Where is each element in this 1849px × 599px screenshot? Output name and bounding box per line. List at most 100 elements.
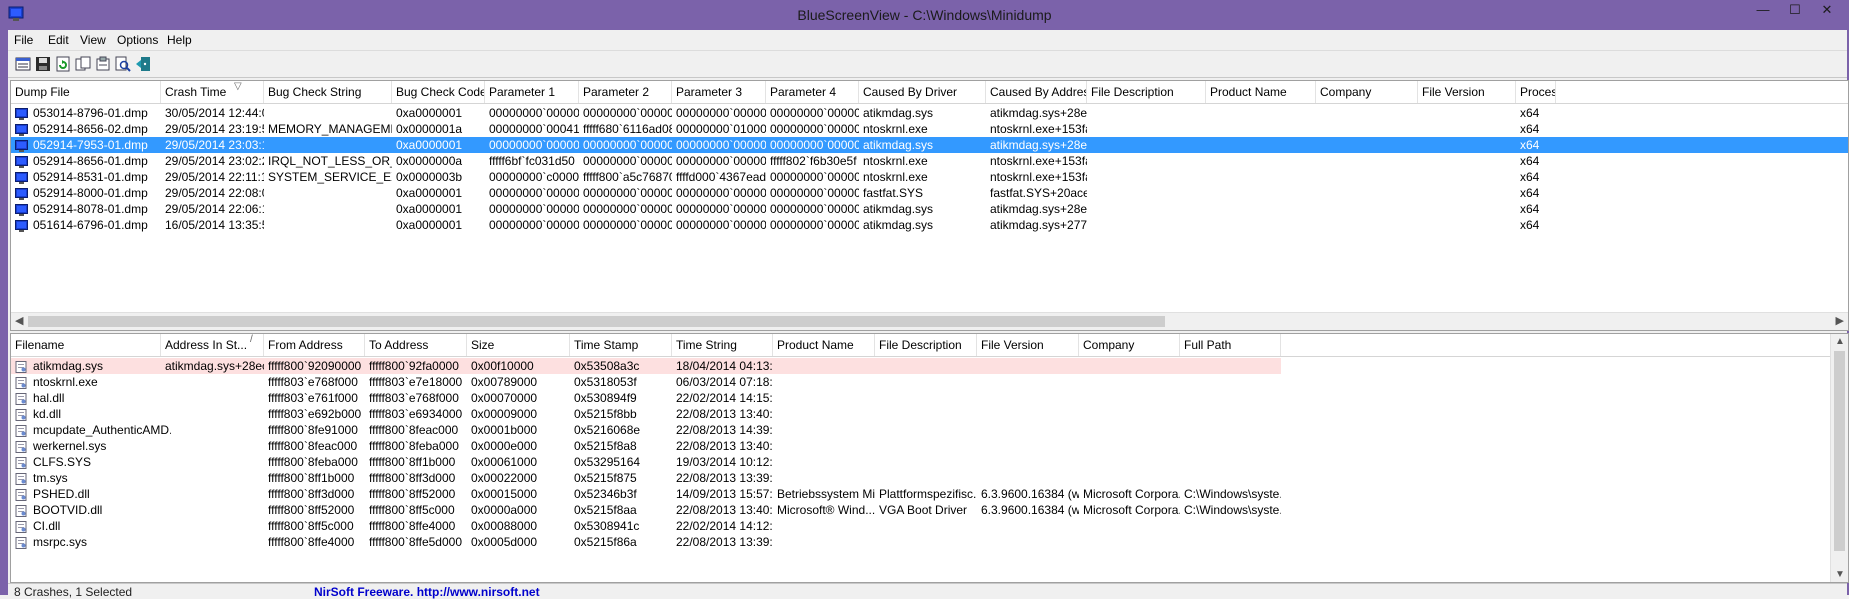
dump-column-3[interactable]: Bug Check Code: [392, 81, 485, 103]
dump-row[interactable]: 052914-7953-01.dmp 29/05/2014 23:03:19 0xa…: [11, 137, 1848, 153]
dump-column-6[interactable]: Parameter 3: [672, 81, 766, 103]
dump-cell-bug-check-string: [264, 201, 392, 217]
dump-column-13[interactable]: File Version: [1418, 81, 1516, 103]
dump-column-2[interactable]: Bug Check String: [264, 81, 392, 103]
driver-column-10[interactable]: Company: [1079, 334, 1180, 356]
driver-column-2[interactable]: From Address: [264, 334, 365, 356]
driver-cell-time-string: 22/08/2013 13:40:26: [676, 503, 773, 517]
dump-cell-bug-check-string: IRQL_NOT_LESS_OR_EQ...: [268, 154, 392, 168]
driver-column-0[interactable]: Filename: [11, 334, 161, 356]
maximize-button[interactable]: ☐: [1781, 2, 1809, 22]
driver-cell-company: [1079, 374, 1180, 390]
scroll-left-icon[interactable]: ◀: [15, 314, 23, 327]
driver-column-7[interactable]: Product Name: [773, 334, 875, 356]
dump-column-11[interactable]: Product Name: [1206, 81, 1316, 103]
driver-cell-product-name: [773, 518, 875, 534]
driver-cell-company: [1079, 422, 1180, 438]
driver-column-4[interactable]: Size: [467, 334, 570, 356]
dump-cell-crash-time: 29/05/2014 22:08:04: [165, 186, 264, 200]
driver-row[interactable]: hal.dll fffff803`e761f000 fffff803`e768f00…: [11, 390, 1848, 406]
driver-row[interactable]: mcupdate_AuthenticAMD.dll fffff800`8fe910…: [11, 422, 1848, 438]
dump-column-12[interactable]: Company: [1316, 81, 1418, 103]
menu-options[interactable]: Options: [114, 33, 161, 47]
driver-cell-size: 0x0001b000: [471, 423, 538, 437]
driver-column-9[interactable]: File Version: [977, 334, 1079, 356]
dump-row[interactable]: 052914-8531-01.dmp 29/05/2014 22:11:13 SYS…: [11, 169, 1848, 185]
dump-cell-parameter-1: 00000000`000000...: [489, 186, 579, 200]
driver-column-11[interactable]: Full Path: [1180, 334, 1281, 356]
driver-cell-filename: BOOTVID.dll: [33, 503, 103, 517]
scroll-down-icon[interactable]: ▼: [1835, 569, 1845, 580]
dump-row[interactable]: 052914-8656-02.dmp 29/05/2014 23:19:56 MEM…: [11, 121, 1848, 137]
dump-column-4[interactable]: Parameter 1: [485, 81, 579, 103]
driver-column-8[interactable]: File Description: [875, 334, 977, 356]
driver-row[interactable]: tm.sys fffff800`8ff1b000 fffff800`8ff3d000…: [11, 470, 1848, 486]
driver-cell-address-in-st-: atikmdag.sys+28ece: [165, 359, 264, 373]
dump-column-8[interactable]: Caused By Driver: [859, 81, 986, 103]
driver-row[interactable]: msrpc.sys fffff800`8ffe4000 fffff800`8ffe5…: [11, 534, 1848, 550]
driver-row[interactable]: PSHED.dll fffff800`8ff3d000 fffff800`8ff52…: [11, 486, 1848, 502]
dump-row[interactable]: 053014-8796-01.dmp 30/05/2014 12:44:00 0xa…: [11, 105, 1848, 121]
dump-horizontal-scrollbar[interactable]: ◀ ▶: [11, 312, 1848, 330]
dump-row[interactable]: 052914-8000-01.dmp 29/05/2014 22:08:04 0xa…: [11, 185, 1848, 201]
driver-row[interactable]: ntoskrnl.exe fffff803`e768f000 fffff803`e7…: [11, 374, 1848, 390]
driver-row[interactable]: atikmdag.sys atikmdag.sys+28ece fffff800`9…: [11, 358, 1281, 374]
dump-cell-caused-by-address: atikmdag.sys+28ece: [990, 202, 1087, 216]
toolbar: [8, 51, 1847, 78]
driver-row[interactable]: kd.dll fffff803`e692b000 fffff803`e6934000…: [11, 406, 1848, 422]
menu-view[interactable]: View: [77, 33, 109, 47]
dump-column-1[interactable]: Crash Time: [161, 81, 264, 103]
driver-row[interactable]: CI.dll fffff800`8ff5c000 fffff800`8ffe4000…: [11, 518, 1848, 534]
driver-column-1[interactable]: Address In St...: [161, 334, 264, 356]
driver-cell-address-in-st-: [161, 406, 264, 422]
driver-column-6[interactable]: Time String: [672, 334, 773, 356]
menu-file[interactable]: File: [11, 33, 36, 47]
driver-cell-file-description: VGA Boot Driver: [879, 503, 968, 517]
dump-cell-parameter-3: 00000000`000000...: [676, 218, 766, 232]
dump-column-7[interactable]: Parameter 4: [766, 81, 859, 103]
dump-row[interactable]: 052914-8656-01.dmp 29/05/2014 23:02:26 IRQ…: [11, 153, 1848, 169]
driver-cell-filename: CI.dll: [33, 519, 61, 533]
minimize-button[interactable]: —: [1749, 2, 1777, 22]
driver-cell-time-stamp: 0x5215f86a: [574, 535, 637, 549]
dump-column-9[interactable]: Caused By Address: [986, 81, 1087, 103]
driver-cell-full-path: [1180, 374, 1281, 390]
driver-row[interactable]: BOOTVID.dll fffff800`8ff52000 fffff800`8ff…: [11, 502, 1848, 518]
menu-help[interactable]: Help: [164, 33, 195, 47]
dump-cell-parameter-4: 00000000`000000...: [770, 218, 859, 232]
driver-column-5[interactable]: Time Stamp: [570, 334, 672, 356]
dump-column-0[interactable]: Dump File: [11, 81, 161, 103]
properties-sheet-icon[interactable]: [93, 54, 113, 74]
dump-column-5[interactable]: Parameter 2: [579, 81, 672, 103]
driver-cell-file-version: 6.3.9600.16384 (wi...: [981, 503, 1079, 517]
save-icon[interactable]: [33, 54, 53, 74]
dump-row[interactable]: 051614-6796-01.dmp 16/05/2014 13:35:53 0xa…: [11, 217, 1848, 233]
dump-cell-caused-by-driver: fastfat.SYS: [863, 186, 924, 200]
find-icon[interactable]: [113, 54, 133, 74]
driver-vertical-scrollbar[interactable]: ▲ ▼: [1830, 334, 1848, 582]
menu-edit[interactable]: Edit: [45, 33, 72, 47]
driver-row[interactable]: werkernel.sys fffff800`8feac000 fffff800`8…: [11, 438, 1848, 454]
driver-scroll-thumb[interactable]: [1834, 351, 1845, 551]
exit-icon[interactable]: [133, 54, 153, 74]
scroll-right-icon[interactable]: ▶: [1836, 314, 1844, 327]
nirsoft-link[interactable]: NirSoft Freeware. http://www.nirsoft.net: [314, 585, 540, 599]
driver-cell-from-address: fffff800`8ffe4000: [268, 535, 355, 549]
driver-row[interactable]: CLFS.SYS fffff800`8feba000 fffff800`8ff1b0…: [11, 454, 1848, 470]
driver-cell-address-in-st-: [161, 454, 264, 470]
scroll-up-icon[interactable]: ▲: [1835, 336, 1845, 347]
dump-row[interactable]: 052914-8078-01.dmp 29/05/2014 22:06:14 0xa…: [11, 201, 1848, 217]
dump-cell-bug-check-string: MEMORY_MANAGEME...: [268, 122, 392, 136]
dump-list[interactable]: Dump File Crash Time ▽ Bug Check String Bug …: [10, 80, 1849, 331]
dump-cell-caused-by-address: atikmdag.sys+28ece: [990, 106, 1087, 120]
properties-icon[interactable]: [13, 54, 33, 74]
close-button[interactable]: ✕: [1813, 2, 1841, 22]
driver-list[interactable]: Filename Address In St... / From Address To …: [10, 333, 1849, 583]
dump-column-10[interactable]: File Description: [1087, 81, 1206, 103]
refresh-icon[interactable]: [53, 54, 73, 74]
driver-column-3[interactable]: To Address: [365, 334, 467, 356]
driver-cell-file-description: [875, 454, 977, 470]
dump-scroll-thumb[interactable]: [28, 316, 1165, 327]
copy-icon[interactable]: [73, 54, 93, 74]
dump-column-14[interactable]: Processor: [1516, 81, 1556, 103]
